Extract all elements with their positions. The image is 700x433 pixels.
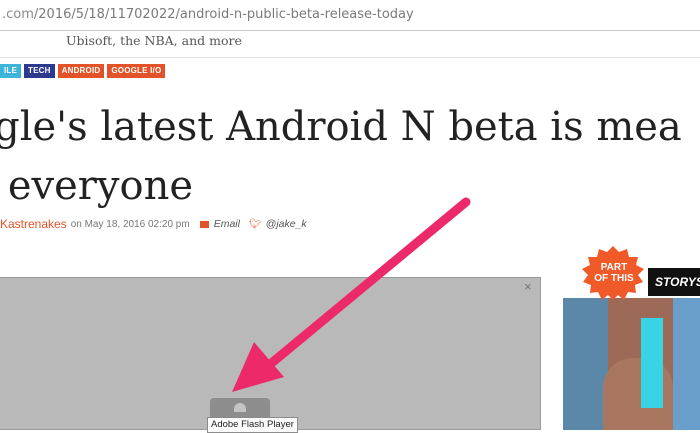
annotation-arrow-icon [232, 197, 471, 392]
